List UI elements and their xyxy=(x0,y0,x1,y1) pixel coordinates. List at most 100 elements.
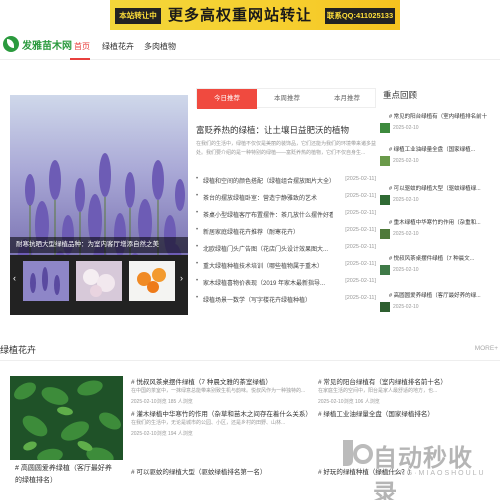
article-title[interactable]: # 悦叔风茶桌摆件绿植（7 种晨文雅的茶室绿植） xyxy=(131,376,272,386)
article-title[interactable]: # 绿植工业油绿量全盘（国家绿植排名） xyxy=(318,408,434,418)
tab-week[interactable]: 本周推荐 xyxy=(257,89,317,109)
article-title[interactable]: # 灌木绿植中华寒竹的作用（杂草和苗木之间存在着什么关系） xyxy=(131,408,312,418)
list-item[interactable]: • 茶桌小型绿植客厅布置摆件：茶几放什么摆件好看 [2025-02-11] xyxy=(196,210,376,222)
main-nav: 发雅苗木网 首页 绿植花卉 多肉植物 xyxy=(0,32,500,60)
featured-card-caption[interactable]: # 高圆圆爱养绿植（客厅最好养的绿植排名） xyxy=(10,460,123,500)
banner-left-tag: 本站转让中 xyxy=(115,8,161,24)
sidebar-title: 重点回顾 xyxy=(383,90,418,100)
section-more-link[interactable]: MORE+ xyxy=(475,345,498,352)
article-desc: 在家庭生活的空间中，阳台是家人最舒适的地方，也... xyxy=(318,388,438,394)
sidebar-item[interactable]: # 绿植工业油绿量全盘（国家绿植... 2025-02-10 xyxy=(380,141,495,169)
sidebar-item[interactable]: # 常见的阳台绿植有（室内绿植排名前十 2025-02-10 xyxy=(380,108,495,136)
section-divider xyxy=(0,360,500,361)
nav-item-plants[interactable]: 绿植花卉 xyxy=(102,41,134,52)
article-title[interactable]: # 常见的阳台绿植有（室内绿植排名前十名） xyxy=(318,376,447,386)
sidebar-item-title[interactable]: # 悦叔风茶桌摆件绿植（7 种晨文... xyxy=(389,254,494,262)
leaf-logo-icon xyxy=(3,36,19,52)
article-desc: 在我们的生活中，无论是城市的公园、小区，还是乡村的田野、山林... xyxy=(131,420,286,426)
logo-text: 发雅苗木网 xyxy=(22,40,72,52)
list-item[interactable]: # 常见的阳台绿植有（室内绿植排名前十名） 在家庭生活的空间中，阳台是家人最舒适… xyxy=(318,376,498,406)
banner-main-text: 更多高权重网站转让 xyxy=(168,7,313,24)
bullet-icon: • xyxy=(196,210,199,216)
news-title[interactable]: 北欧绿植门头广告图（花店门头设计效果图大... xyxy=(203,244,333,253)
thumbnail-white-flowers[interactable] xyxy=(76,261,122,301)
sidebar-item-date: 2025-02-10 xyxy=(393,304,419,310)
watermark-logo-icon xyxy=(343,440,373,466)
site-logo[interactable]: 发雅苗木网 xyxy=(3,36,72,52)
banner-contact-tag: 联系QQ:411025133 xyxy=(325,8,395,24)
nav-active-underline xyxy=(70,58,90,60)
thumbnail-white-flowers-image xyxy=(76,261,122,301)
news-date: [2025-02-11] xyxy=(345,227,376,233)
slider-prev-arrow[interactable]: ‹ xyxy=(13,273,16,283)
sidebar-item-title[interactable]: # 绿植工业油绿量全盘（国家绿植... xyxy=(389,145,494,153)
sidebar-item-title[interactable]: # 高圆圆爱养绿植（客厅最好养的绿... xyxy=(389,291,494,299)
top-ad-banner[interactable]: 本站转让中 更多高权重网站转让 联系QQ:411025133 xyxy=(110,0,400,30)
news-title[interactable]: 重大绿植种植技术培训（哪些植物属于重木） xyxy=(203,261,333,270)
list-item[interactable]: • 重大绿植种植技术培训（哪些植物属于重木） [2025-02-11] xyxy=(196,261,376,273)
sidebar-item[interactable]: # 可以驱蚊的绿植大型（驱蚊绿植绿... 2025-02-10 xyxy=(380,180,495,208)
bullet-icon: • xyxy=(196,176,199,182)
thumbnail-image xyxy=(380,123,390,133)
thumbnail-orange-flowers[interactable] xyxy=(129,261,175,301)
news-title[interactable]: 新居家庭绿植花卉推荐（耐寒花卉） xyxy=(203,227,333,236)
news-title[interactable]: 茶桌小型绿植客厅布置摆件：茶几放什么摆件好看 xyxy=(203,210,333,219)
news-date: [2025-02-11] xyxy=(345,278,376,284)
news-title[interactable]: 茶台的摆放绿植卧室：营造宁静雅致的艺术 xyxy=(203,193,333,202)
bullet-icon: • xyxy=(196,295,199,301)
section-title: 绿植花卉 xyxy=(0,345,37,355)
slider-next-arrow[interactable]: › xyxy=(180,273,183,283)
list-item[interactable]: • 绿植和空间的颜色搭配（绿植组合摆放图片大全） [2025-02-11] xyxy=(196,176,376,188)
bullet-icon: • xyxy=(196,227,199,233)
sidebar-item-title[interactable]: # 重木绿植中华寒竹的作用（杂重和... xyxy=(389,218,494,226)
sidebar-item-title[interactable]: # 可以驱蚊的绿植大型（驱蚊绿植绿... xyxy=(389,184,494,192)
thumbnail-lavender[interactable] xyxy=(23,261,69,301)
article-title[interactable]: # 可以驱蚊的绿植大型（驱蚊绿植排名第一名） xyxy=(131,466,266,476)
sidebar-item-date: 2025-02-10 xyxy=(393,125,419,131)
article-meta: 2025-02-10浏览 106 人浏览 xyxy=(318,399,380,405)
list-item[interactable]: • 北欧绿植门头广告图（花店门头设计效果图大... [2025-02-11] xyxy=(196,244,376,256)
news-date: [2025-02-11] xyxy=(345,244,376,250)
bullet-icon: • xyxy=(196,244,199,250)
article-desc: 在中国的茶室中，一抹绿意总能带来别致生机与韵味。悦叔风作为一种独特的... xyxy=(131,388,306,394)
sidebar-item[interactable]: # 重木绿植中华寒竹的作用（杂重和... 2025-02-10 xyxy=(380,214,495,242)
thumbnail-image xyxy=(380,195,390,205)
sidebar-item-title[interactable]: # 常见的阳台绿植有（室内绿植排名前十 xyxy=(389,112,494,120)
tab-today[interactable]: 今日推荐 xyxy=(197,89,257,109)
bullet-icon: • xyxy=(196,193,199,199)
list-item[interactable]: • 家木绿植喜物价表现（2019 年家木最新指导... [2025-02-11] xyxy=(196,278,376,290)
tab-month[interactable]: 本月推荐 xyxy=(317,89,377,109)
news-title[interactable]: 绿植场景一数学（写字楼花卉绿植种植） xyxy=(203,295,333,304)
watermark-title: 自动秒收录 xyxy=(373,445,473,500)
thumbnail-orange-flowers-image xyxy=(129,261,175,301)
thumbnail-image xyxy=(380,265,390,275)
slider-caption[interactable]: 耐寒抗晒大型绿植品种：为室内客厅增添自然之美 xyxy=(10,237,188,253)
watermark-subtitle: ZIDONG·MIAOSHOULU xyxy=(375,470,486,477)
sidebar-item[interactable]: # 悦叔风茶桌摆件绿植（7 种晨文... 2025-02-10 xyxy=(380,250,495,278)
nav-item-home[interactable]: 首页 xyxy=(74,41,90,52)
sidebar-item[interactable]: # 高圆圆爱养绿植（客厅最好养的绿... 2025-02-10 xyxy=(380,287,495,315)
nav-item-succulents[interactable]: 多肉植物 xyxy=(144,41,176,52)
headline-title[interactable]: 富贬养热的绿植：让土壤日益肥沃的植物 xyxy=(196,124,349,136)
watermark: 自动秒收录 ZIDONG·MIAOSHOULU xyxy=(335,434,495,500)
list-item[interactable]: • 绿植场景一数学（写字楼花卉绿植种植） [2025-02-11] xyxy=(196,295,376,307)
sidebar-item-date: 2025-02-10 xyxy=(393,267,419,273)
article-meta: 2025-02-10浏览 185 人浏览 xyxy=(131,399,193,405)
bullet-icon: • xyxy=(196,278,199,284)
sidebar-item-date: 2025-02-10 xyxy=(393,158,419,164)
news-date: [2025-02-11] xyxy=(345,261,376,267)
news-date: [2025-02-11] xyxy=(345,295,376,301)
news-title[interactable]: 家木绿植喜物价表现（2019 年家木最新指导... xyxy=(203,278,333,287)
thumbnail-image xyxy=(380,302,390,312)
list-item[interactable]: • 新居家庭绿植花卉推荐（耐寒花卉） [2025-02-11] xyxy=(196,227,376,239)
news-date: [2025-02-11] xyxy=(345,210,376,216)
sidebar-item-date: 2025-02-10 xyxy=(393,197,419,203)
thumbnail-image xyxy=(380,229,390,239)
bullet-icon: • xyxy=(196,261,199,267)
list-item[interactable]: • 茶台的摆放绿植卧室：营造宁静雅致的艺术 [2025-02-11] xyxy=(196,193,376,205)
recommend-tabs: 今日推荐 本周推荐 本月推荐 xyxy=(196,88,377,109)
news-date: [2025-02-11] xyxy=(345,176,376,182)
news-title[interactable]: 绿植和空间的颜色搭配（绿植组合摆放图片大全） xyxy=(203,176,333,185)
news-date: [2025-02-11] xyxy=(345,193,376,199)
headline-summary: 在我们的生活中，绿植不仅仅是美丽的装饰品，它们还能为我们的环境带来诸多益处。我们… xyxy=(196,141,377,156)
